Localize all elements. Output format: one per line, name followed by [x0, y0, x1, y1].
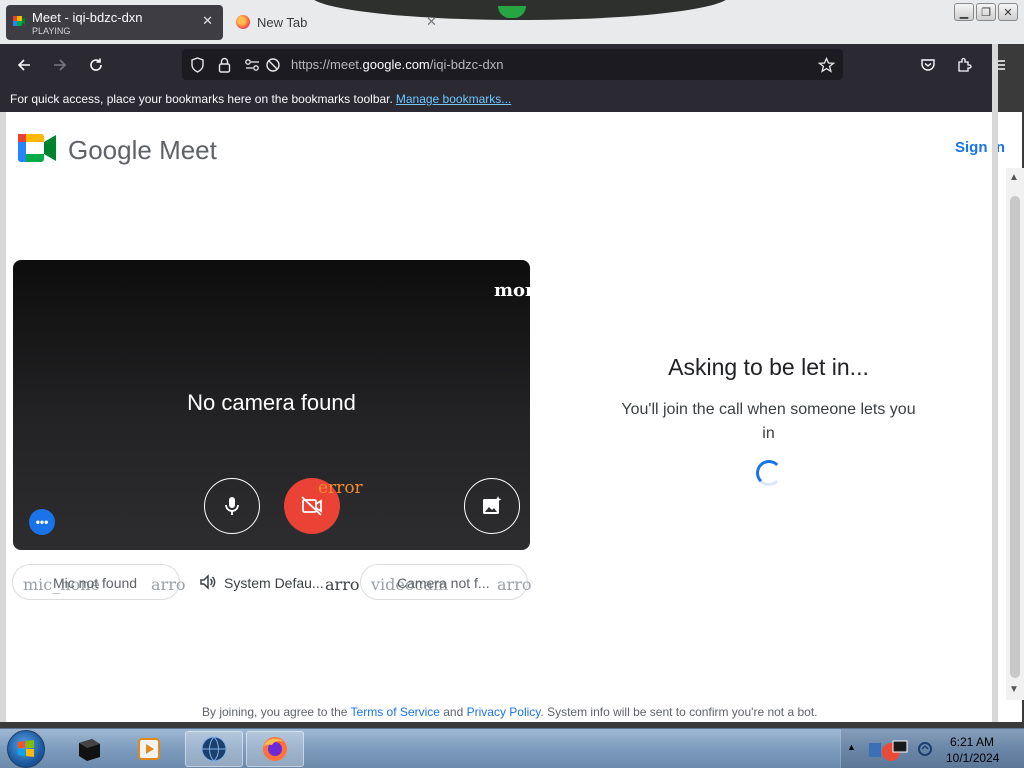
more-options-dots-icon[interactable]: •••: [29, 509, 55, 535]
permissions-icon[interactable]: [244, 56, 261, 73]
minimize-button[interactable]: ▁: [954, 3, 974, 21]
video-preview: mor No camera found error •••: [13, 260, 530, 550]
firefox-icon: [263, 737, 287, 761]
clock-date: 10/1/2024: [946, 751, 1000, 765]
tab-close-icon[interactable]: ✕: [426, 14, 437, 30]
reload-icon[interactable]: [85, 54, 107, 76]
url-host: google.com: [362, 57, 430, 72]
network-globe-icon: [201, 736, 227, 762]
windows-logo-icon: [18, 740, 34, 757]
tray-apps-icon[interactable]: [867, 737, 911, 763]
microphone-selector[interactable]: mic_none Mic not found arro: [12, 564, 185, 600]
speaker-icon: [199, 573, 217, 594]
join-status-note: You'll join the call when someone lets y…: [621, 401, 916, 442]
shield-icon[interactable]: [189, 56, 206, 73]
system-clock[interactable]: 6:21 AM 10/1/2024: [946, 734, 1000, 766]
tab-meet[interactable]: Meet - iqi-bdzc-dxn PLAYING ✕: [6, 5, 223, 40]
forward-icon[interactable]: [49, 54, 71, 76]
tab-new-tab[interactable]: New Tab ✕: [230, 5, 442, 40]
url-prefix: https://meet.: [291, 57, 363, 72]
more-options-button[interactable]: mor: [494, 280, 530, 301]
browser-tab-strip: Meet - iqi-bdzc-dxn PLAYING ✕ New Tab ✕ …: [0, 0, 1024, 44]
camera-dropdown-arrow: arro: [497, 575, 532, 594]
firefox-favicon-icon: [236, 15, 250, 29]
terminal-app-icon: [79, 739, 100, 761]
visual-effects-icon: [483, 496, 502, 514]
privacy-link[interactable]: Privacy Policy: [467, 705, 541, 719]
show-hidden-icons-icon[interactable]: ▲: [847, 742, 856, 752]
bookmarks-hint: For quick access, place your bookmarks h…: [10, 92, 393, 106]
media-player-icon: [138, 738, 160, 760]
visual-effects-button[interactable]: [464, 478, 520, 534]
lock-icon[interactable]: [216, 56, 233, 73]
tab-title: New Tab: [257, 15, 308, 30]
camera-selector[interactable]: videocam Camera not f... arro: [360, 564, 532, 600]
extensions-icon[interactable]: [953, 54, 975, 76]
asking-status-title: Asking to be let in...: [668, 354, 869, 380]
mic-dropdown-arrow: arro: [151, 575, 186, 594]
bookmark-star-icon[interactable]: [818, 56, 835, 73]
page-scrollbar[interactable]: ▲ ▼: [1006, 168, 1024, 700]
taskbar-app-firefox[interactable]: [246, 731, 304, 767]
close-window-button[interactable]: ✕: [998, 3, 1018, 21]
google-meet-logo-icon: [18, 134, 56, 162]
scroll-down-icon[interactable]: ▼: [1009, 684, 1019, 695]
scrollbar-thumb[interactable]: [1010, 196, 1020, 678]
no-camera-message: No camera found: [187, 390, 356, 415]
bookmarks-toolbar: For quick access, place your bookmarks h…: [0, 86, 998, 112]
tab-title: Meet - iqi-bdzc-dxn: [32, 10, 143, 25]
clock-time: 6:21 AM: [949, 735, 995, 749]
url-text[interactable]: https://meet.google.com/iqi-bdzc-dxn: [291, 57, 503, 72]
microphone-button[interactable]: [204, 478, 260, 534]
meet-page: Google Meet Sign in mor No camera found: [6, 112, 1022, 722]
error-badge: error: [318, 478, 363, 498]
back-icon[interactable]: [13, 54, 35, 76]
taskbar-app-network[interactable]: [185, 731, 243, 767]
navigation-toolbar: https://meet.google.com/iqi-bdzc-dxn: [0, 44, 1005, 86]
manage-bookmarks-link[interactable]: Manage bookmarks...: [396, 92, 511, 106]
window-frame-right: [992, 44, 998, 722]
taskbar-app-terminal[interactable]: [60, 731, 118, 767]
speaker-dropdown-arrow: arro: [325, 575, 360, 594]
mic-label: Mic not found: [53, 575, 138, 591]
microphone-icon: [225, 497, 239, 515]
footer-mid: and: [439, 705, 467, 719]
footer-prefix: By joining, you agree to the: [202, 705, 351, 719]
url-path: /iqi-bdzc-dxn: [429, 57, 504, 72]
terms-link[interactable]: Terms of Service: [351, 705, 440, 719]
pocket-icon[interactable]: [917, 54, 939, 76]
speaker-label: System Defau...: [224, 575, 324, 591]
footer-suffix: . System info will be sent to confirm yo…: [540, 705, 818, 719]
windows-taskbar: ▲ 6:21 AM 10/1/2024: [0, 728, 1024, 768]
loading-spinner-icon: [756, 460, 782, 486]
meet-favicon-icon: [13, 16, 25, 26]
window-controls: ▁ ❐ ✕: [954, 3, 1018, 21]
camera-blocked-icon[interactable]: [264, 56, 281, 73]
taskbar-app-media-player[interactable]: [120, 731, 178, 767]
tab-close-icon[interactable]: ✕: [202, 13, 213, 29]
scroll-up-icon[interactable]: ▲: [1009, 172, 1019, 183]
network-status-icon[interactable]: [917, 740, 933, 758]
address-bar[interactable]: https://meet.google.com/iqi-bdzc-dxn: [182, 49, 843, 80]
terms-footer: By joining, you agree to the Terms of Se…: [202, 705, 818, 719]
restore-button[interactable]: ❐: [976, 3, 996, 21]
start-button[interactable]: [7, 730, 45, 768]
tab-playing-label: PLAYING: [32, 26, 71, 36]
google-meet-wordmark: Google Meet: [68, 135, 217, 165]
camera-label: Camera not f...: [397, 575, 490, 591]
speaker-selector[interactable]: System Defau... arro: [188, 564, 360, 600]
camera-off-icon: [301, 496, 322, 516]
